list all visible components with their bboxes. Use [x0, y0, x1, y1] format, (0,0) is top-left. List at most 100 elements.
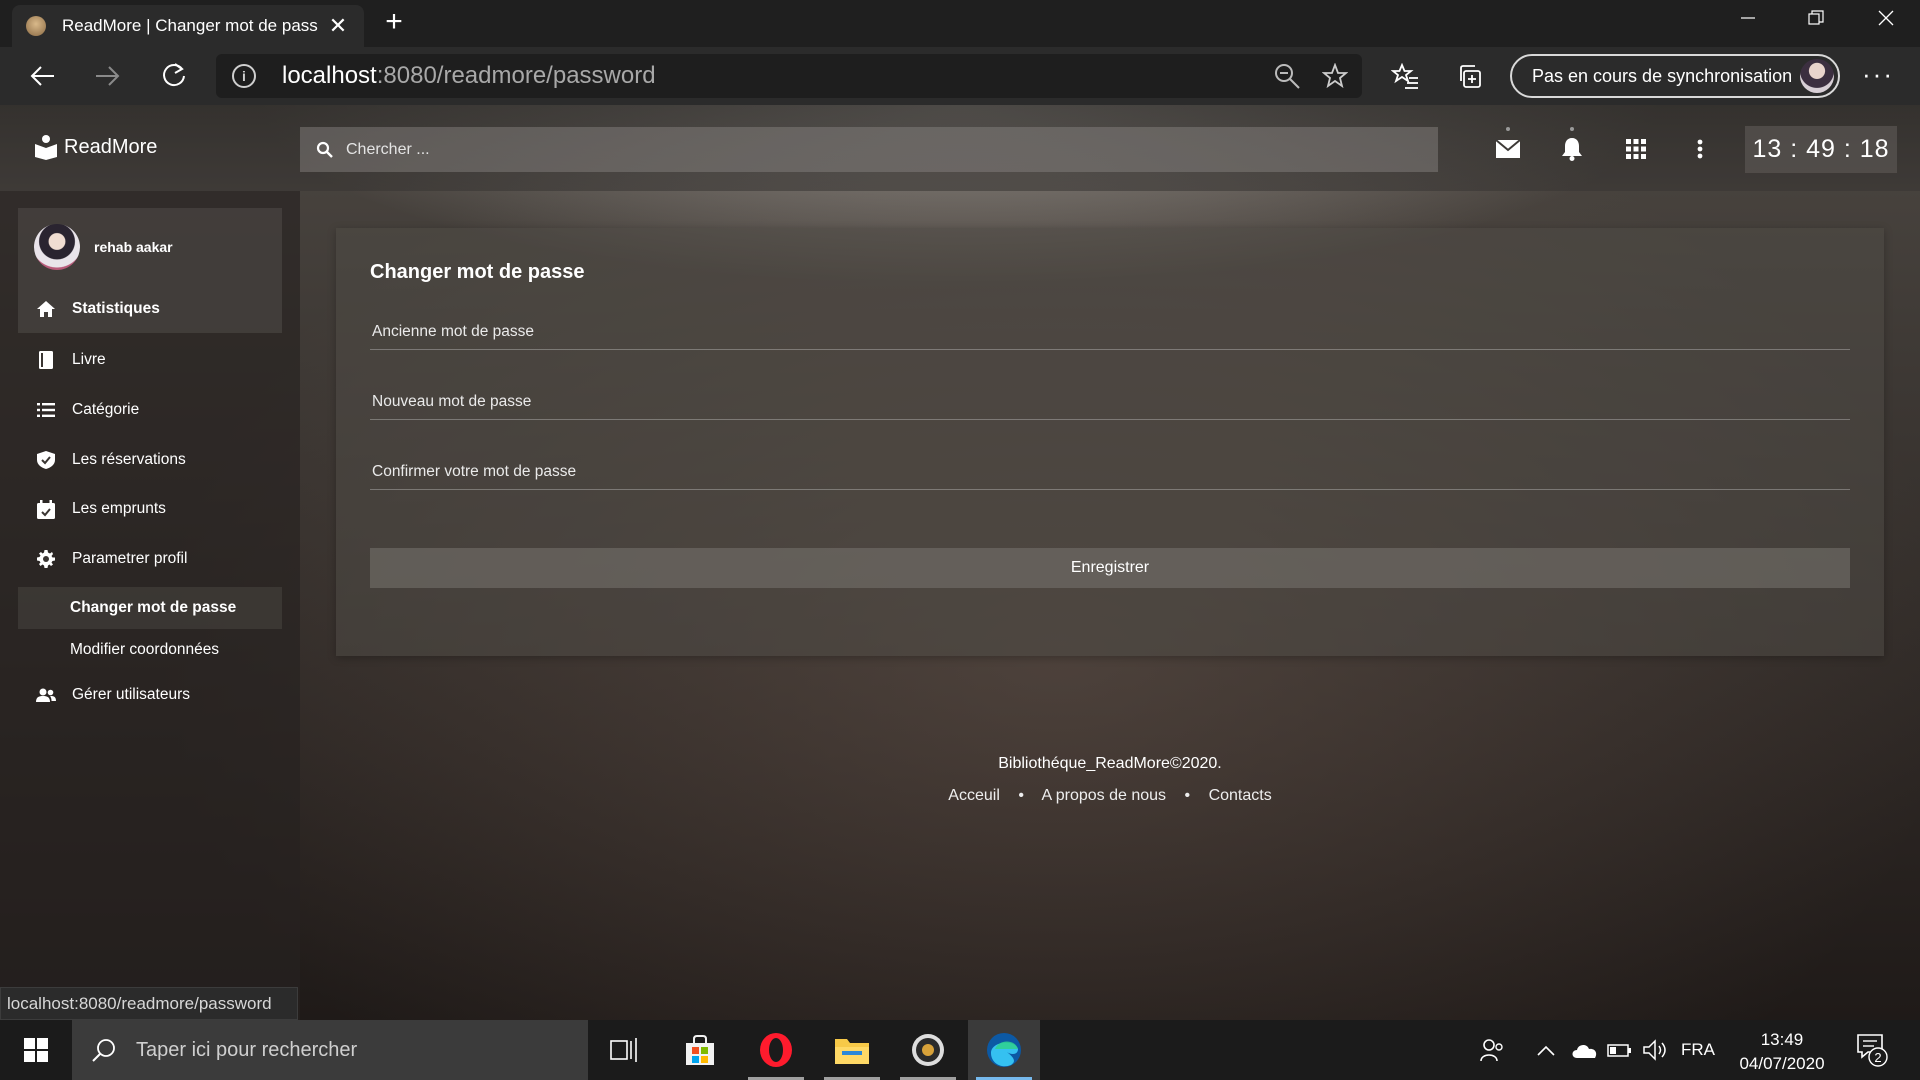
onedrive-button[interactable]	[1568, 1020, 1600, 1080]
taskbar-app-opera[interactable]	[740, 1020, 812, 1080]
apps-grid-button[interactable]	[1620, 133, 1652, 165]
url-path: :8080/readmore/password	[376, 62, 656, 89]
zoom-icon[interactable]	[1274, 63, 1300, 94]
confirm-password-field	[370, 444, 1850, 490]
refresh-icon	[163, 63, 185, 87]
old-password-field	[370, 304, 1850, 350]
profile-sync-button[interactable]: Pas en cours de synchronisation	[1510, 54, 1840, 98]
people-icon	[1480, 1039, 1503, 1062]
book-reader-icon	[35, 135, 57, 160]
taskbar-search-box[interactable]: Taper ici pour rechercher	[72, 1020, 588, 1080]
taskbar-app-store[interactable]	[664, 1020, 736, 1080]
address-bar[interactable]: i localhost:8080/readmore/password	[216, 54, 1362, 98]
change-password-card: Changer mot de passe Enregistrer	[336, 228, 1884, 656]
battery-button[interactable]	[1604, 1020, 1636, 1080]
unread-dot	[1506, 127, 1510, 131]
brand-name: ReadMore	[64, 135, 158, 158]
profile-avatar	[1800, 59, 1834, 93]
volume-button[interactable]	[1640, 1020, 1672, 1080]
restore-icon	[1808, 10, 1824, 25]
input-language[interactable]: FRA	[1678, 1020, 1718, 1080]
edge-icon	[987, 1033, 1021, 1067]
app-viewport: ReadMore 13 : 49 : 18 r	[0, 105, 1920, 1020]
search-icon	[92, 1039, 115, 1062]
brand-logo[interactable]: ReadMore	[34, 134, 157, 160]
envelope-icon	[1495, 139, 1521, 158]
save-button[interactable]: Enregistrer	[370, 548, 1850, 588]
taskbar-app-edge[interactable]	[968, 1020, 1040, 1080]
favorites-list-button[interactable]	[1388, 59, 1422, 93]
search-input[interactable]	[346, 140, 1346, 159]
show-hidden-icons-button[interactable]	[1532, 1020, 1560, 1080]
calendar-check-icon	[36, 499, 56, 519]
windows-logo-icon	[24, 1038, 48, 1062]
browser-menu-button[interactable]: ···	[1862, 59, 1894, 89]
favorite-star-icon[interactable]	[1321, 62, 1349, 94]
confirm-password-input[interactable]	[372, 463, 1842, 481]
user-profile-card[interactable]: rehab aakar	[18, 208, 282, 285]
footer-link-acceuil[interactable]: Acceuil	[948, 787, 1000, 804]
footer-links: Acceuil • A propos de nous • Contacts	[300, 787, 1920, 805]
people-button[interactable]	[1476, 1020, 1508, 1080]
footer-separator: •	[1018, 787, 1024, 804]
gear-icon	[36, 549, 56, 569]
back-button[interactable]	[22, 57, 62, 95]
action-center-button[interactable]: 2	[1856, 1032, 1890, 1073]
taskbar-app-file-explorer[interactable]	[816, 1020, 888, 1080]
sidebar-item-gerer-utilisateurs[interactable]: Gérer utilisateurs	[18, 671, 282, 719]
taskbar-search-placeholder: Taper ici pour rechercher	[136, 1038, 358, 1061]
new-tab-button[interactable]: +	[378, 6, 410, 40]
forward-button[interactable]	[88, 57, 128, 95]
footer-link-contacts[interactable]: Contacts	[1209, 787, 1272, 804]
minimize-icon	[1741, 17, 1755, 19]
more-options-button[interactable]	[1684, 133, 1716, 165]
favorites-list-icon	[1391, 63, 1418, 89]
new-password-input[interactable]	[372, 393, 1842, 411]
old-password-input[interactable]	[372, 323, 1842, 341]
sidebar-item-statistiques[interactable]: Statistiques	[18, 285, 282, 333]
sidebar-subitem-modifier-coordonnees[interactable]: Modifier coordonnées	[18, 629, 282, 671]
browser-tab[interactable]: ReadMore | Changer mot de passe ✕	[12, 5, 364, 47]
close-window-button[interactable]	[1858, 0, 1914, 36]
sidebar-item-emprunts[interactable]: Les emprunts	[18, 485, 282, 533]
user-name: rehab aakar	[94, 238, 173, 255]
cloud-icon	[1572, 1044, 1597, 1058]
sidebar-item-reservations[interactable]: Les réservations	[18, 436, 282, 484]
unread-dot	[1570, 127, 1574, 131]
browser-tab-strip: ReadMore | Changer mot de passe ✕ +	[0, 0, 1920, 47]
opera-icon	[760, 1033, 792, 1067]
clock-display: 13 : 49 : 18	[1745, 126, 1897, 173]
close-icon	[1878, 10, 1894, 26]
link-status-bar: localhost:8080/readmore/password	[0, 987, 298, 1020]
start-button[interactable]	[0, 1020, 72, 1080]
collections-button[interactable]	[1454, 59, 1488, 93]
task-view-button[interactable]	[588, 1020, 660, 1080]
close-tab-icon[interactable]: ✕	[326, 13, 350, 39]
refresh-button[interactable]	[154, 57, 194, 95]
sidebar-item-label: Parametrer profil	[72, 550, 188, 567]
notifications-button[interactable]	[1556, 127, 1588, 165]
shield-check-icon	[36, 450, 56, 470]
notification-icon: 2	[1857, 1034, 1888, 1067]
taskbar-app-settings[interactable]	[892, 1020, 964, 1080]
sidebar-item-parametrer-profil[interactable]: Parametrer profil	[18, 535, 282, 583]
task-view-icon	[610, 1038, 637, 1062]
sidebar-item-label: Les emprunts	[72, 500, 166, 517]
sidebar-item-label: Statistiques	[72, 300, 160, 317]
sync-status-label: Pas en cours de synchronisation	[1532, 65, 1793, 86]
footer-link-a-propos[interactable]: A propos de nous	[1042, 787, 1167, 804]
taskbar-clock[interactable]: 13:49 04/07/2020	[1722, 1028, 1842, 1076]
gear-badge-icon	[912, 1034, 944, 1066]
new-password-field	[370, 374, 1850, 420]
app-top-navbar: ReadMore 13 : 49 : 18	[0, 105, 1920, 191]
site-info-icon[interactable]: i	[232, 64, 256, 88]
messages-button[interactable]	[1492, 127, 1524, 165]
site-favicon-icon	[26, 16, 46, 36]
restore-window-button[interactable]	[1788, 0, 1844, 36]
sidebar-item-categorie[interactable]: Catégorie	[18, 386, 282, 434]
search-bar[interactable]	[300, 127, 1438, 172]
minimize-window-button[interactable]	[1720, 0, 1776, 36]
bell-icon	[1562, 138, 1582, 161]
sidebar-subitem-changer-mot-de-passe[interactable]: Changer mot de passe	[18, 587, 282, 629]
sidebar-item-livre[interactable]: Livre	[18, 336, 282, 384]
